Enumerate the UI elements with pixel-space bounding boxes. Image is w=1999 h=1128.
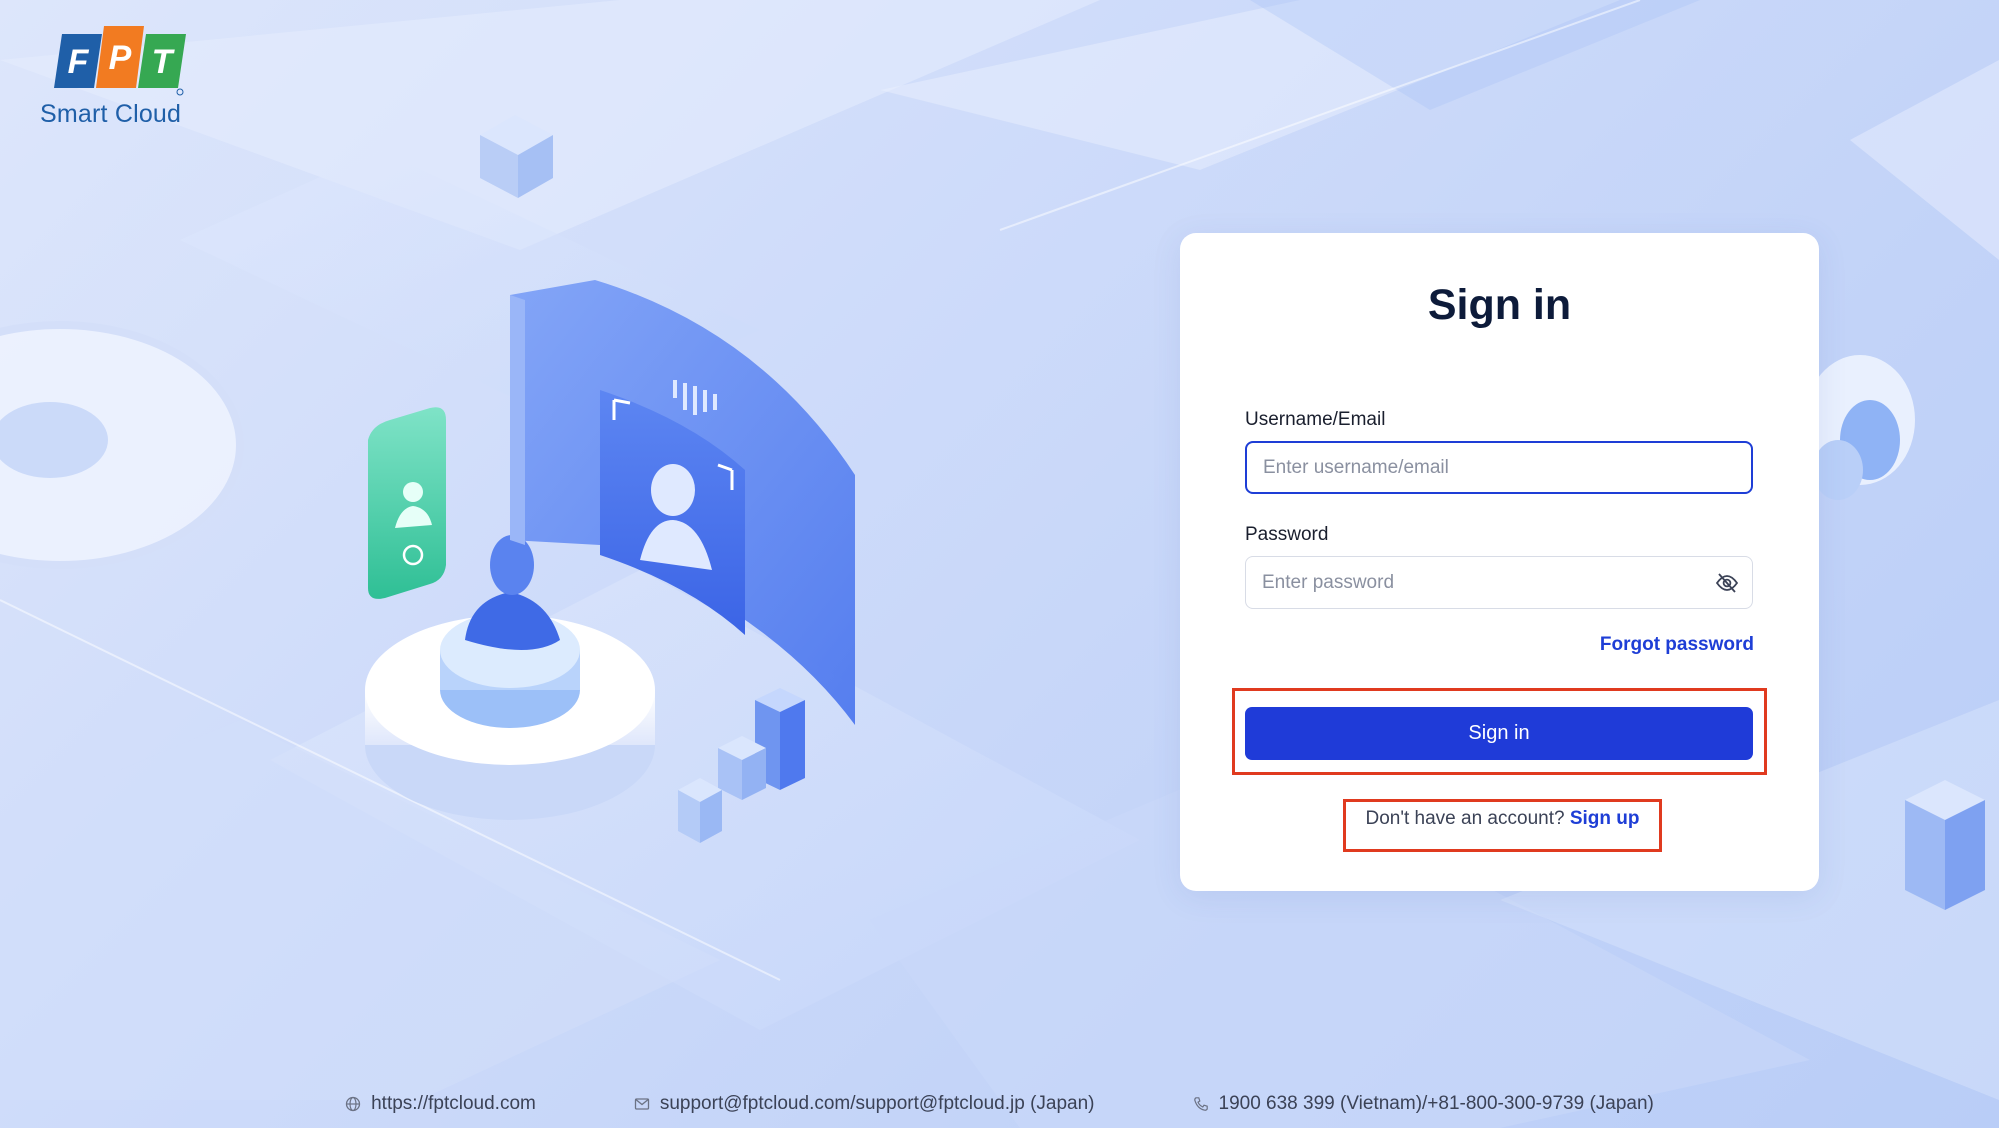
eye-off-icon[interactable] xyxy=(1715,571,1739,595)
password-input[interactable] xyxy=(1245,556,1753,609)
fpt-logo-tiles: F P T xyxy=(54,26,186,96)
forgot-password-link[interactable]: Forgot password xyxy=(1600,634,1754,656)
username-label: Username/Email xyxy=(1245,409,1386,430)
signin-title: Sign in xyxy=(1427,281,1572,329)
logo-letter-t: T xyxy=(152,43,176,81)
logo-text: Smart Cloud xyxy=(40,100,182,128)
footer-email-text: support@fptcloud.com/support@fptcloud.jp… xyxy=(659,1093,1095,1114)
globe-icon xyxy=(345,1096,361,1112)
signin-button[interactable]: Sign in xyxy=(1245,707,1753,760)
footer-website[interactable]: https://fptcloud.com xyxy=(345,1093,536,1115)
footer-website-text: https://fptcloud.com xyxy=(371,1093,536,1114)
password-label: Password xyxy=(1245,524,1329,545)
logo-letter-f: F xyxy=(68,43,90,81)
signin-card: Sign in Username/Email Password Forgot p… xyxy=(1180,233,1819,891)
mail-icon xyxy=(634,1098,650,1110)
fpt-smart-cloud-logo[interactable]: F P T Smart Cloud xyxy=(36,22,186,132)
phone-icon xyxy=(1193,1097,1208,1111)
signup-link[interactable]: Sign up xyxy=(1570,808,1640,829)
footer: https://fptcloud.com support@fptcloud.co… xyxy=(0,1090,1999,1118)
no-account-text: Don't have an account? xyxy=(1365,808,1565,829)
footer-phone-text: 1900 638 399 (Vietnam)/+81-800-300-9739 … xyxy=(1218,1093,1654,1114)
footer-phone[interactable]: 1900 638 399 (Vietnam)/+81-800-300-9739 … xyxy=(1153,1093,1654,1115)
logo-letter-p: P xyxy=(109,39,132,77)
footer-email[interactable]: support@fptcloud.com/support@fptcloud.jp… xyxy=(594,1093,1095,1115)
signup-row: Don't have an account? Sign up xyxy=(1343,808,1662,830)
username-input[interactable] xyxy=(1245,441,1753,494)
